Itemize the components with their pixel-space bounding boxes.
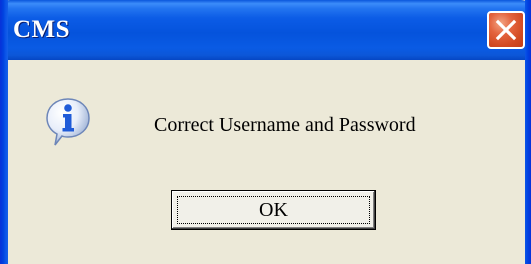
window-border-right xyxy=(525,0,531,264)
ok-button[interactable]: OK xyxy=(171,190,376,230)
title-bar[interactable]: CMS xyxy=(0,0,531,60)
info-icon xyxy=(46,98,90,146)
close-icon xyxy=(495,19,517,41)
message-dialog: CMS Correct Username and Password OK xyxy=(0,0,531,264)
dialog-title: CMS xyxy=(13,16,71,43)
dialog-body: Correct Username and Password OK xyxy=(8,60,525,264)
dialog-message: Correct Username and Password xyxy=(154,114,416,136)
window-border-left xyxy=(0,0,8,264)
ok-button-label: OK xyxy=(259,199,288,221)
close-button[interactable] xyxy=(487,11,525,49)
